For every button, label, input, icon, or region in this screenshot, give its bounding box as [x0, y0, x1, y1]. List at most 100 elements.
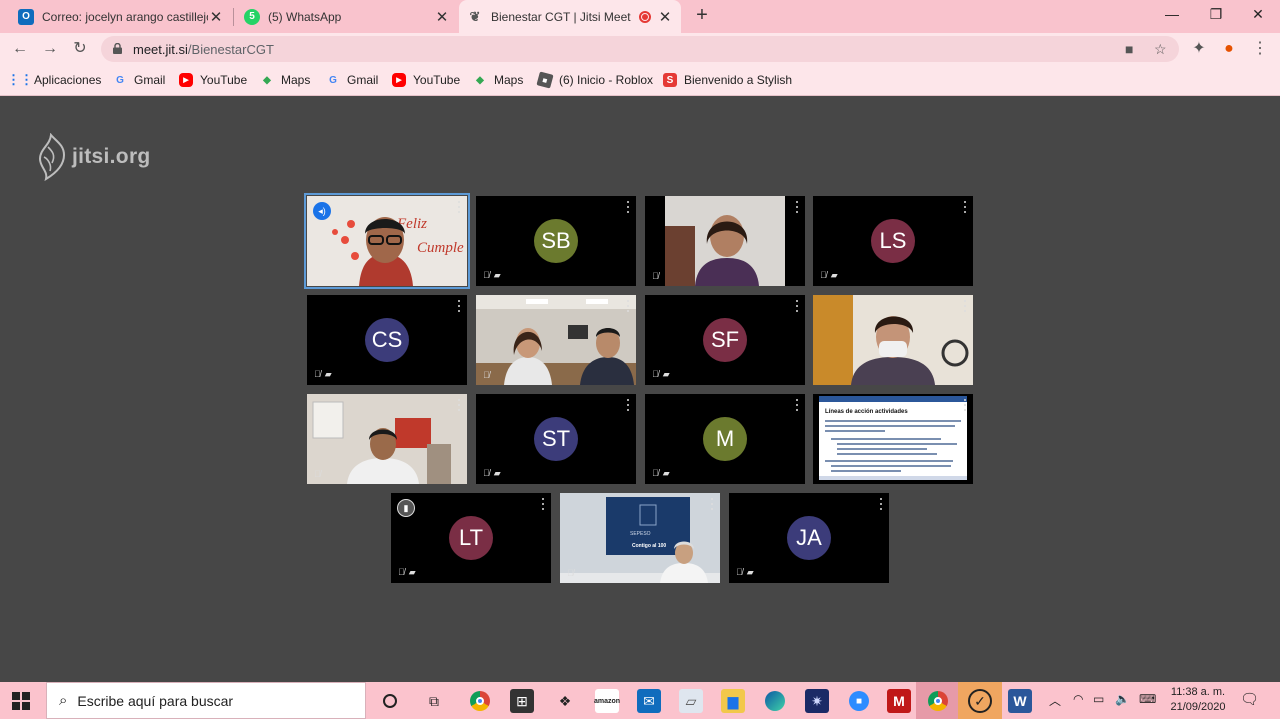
mic-muted-icon: 🎙̸	[820, 270, 827, 280]
participant-tile[interactable]: JA 🎙̸ ▰	[729, 493, 889, 583]
participant-tile[interactable]: 🎙̸	[307, 394, 467, 484]
participant-tile[interactable]: SEPESO Contigo al 100 🎙̸	[560, 493, 720, 583]
banner-text: Contigo al 100	[632, 543, 666, 549]
clock-time: 11:38 a. m.	[1170, 686, 1226, 698]
forward-button[interactable]: →	[39, 38, 61, 60]
mic-muted-icon: 🎙̸	[398, 567, 405, 577]
more-options-icon[interactable]	[626, 399, 630, 411]
more-options-icon[interactable]	[963, 399, 967, 411]
task-view-icon[interactable]: ⧉	[422, 689, 446, 713]
back-button[interactable]: ←	[9, 38, 31, 60]
word-icon[interactable]: W	[1008, 689, 1032, 713]
store-icon[interactable]: ⊞	[510, 689, 534, 713]
media-status: 🎙̸ ▰	[820, 270, 838, 281]
participant-tile[interactable]: ST 🎙̸ ▰	[476, 394, 636, 484]
more-options-icon[interactable]	[795, 300, 799, 312]
participant-tile[interactable]	[813, 295, 973, 385]
participant-tile[interactable]: 🎙̸	[645, 196, 805, 286]
close-icon[interactable]: ✕	[208, 8, 224, 26]
more-options-icon[interactable]	[457, 300, 461, 312]
tab-whatsapp[interactable]: 5 (5) WhatsApp ✕	[236, 0, 458, 33]
more-options-icon[interactable]	[541, 498, 545, 510]
camera-icon[interactable]: ■	[1125, 41, 1133, 57]
edge-icon[interactable]	[763, 689, 787, 713]
keyboard-icon[interactable]: ⌨	[1139, 692, 1156, 706]
more-options-icon[interactable]	[626, 201, 630, 213]
more-options-icon[interactable]	[795, 399, 799, 411]
taskbar-search-box[interactable]: ⌕ Escribe aquí para buscar	[46, 682, 366, 719]
new-tab-button[interactable]: +	[690, 4, 714, 28]
tab-outlook[interactable]: O Correo: jocelyn arango castillejos ✕	[10, 0, 232, 33]
participant-video: Feliz Cumple	[307, 196, 467, 286]
participant-tile[interactable]: ▮ LT 🎙̸ ▰	[391, 493, 551, 583]
participant-tile[interactable]: 🎙̸	[476, 295, 636, 385]
bookmark-maps[interactable]: ◆ Maps	[473, 73, 523, 87]
participant-tile[interactable]: Feliz Cumple ◂)	[304, 193, 470, 289]
chrome-taskbar-icon[interactable]	[468, 689, 492, 713]
restore-button[interactable]: ❐	[1194, 0, 1238, 30]
shared-screen: Líneas de acción actividades	[813, 394, 973, 484]
profile-avatar[interactable]: ●	[1218, 38, 1240, 60]
jitsi-logo[interactable]: jitsi.org	[34, 133, 151, 181]
wifi-icon[interactable]: ◠	[1073, 692, 1083, 706]
participant-tile[interactable]: M 🎙̸ ▰	[645, 394, 805, 484]
address-bar[interactable]: meet.jit.si/BienestarCGT ■ ☆	[101, 36, 1179, 62]
file-explorer-icon[interactable]: ▆	[721, 689, 745, 713]
tab-title: (5) WhatsApp	[268, 9, 342, 24]
bookmark-stylish[interactable]: S Bienvenido a Stylish	[663, 73, 792, 87]
cortana-icon[interactable]	[378, 689, 402, 713]
more-options-icon[interactable]	[963, 300, 967, 312]
reload-button[interactable]: ↻	[69, 38, 91, 60]
bookmark-gmail[interactable]: G Gmail	[326, 73, 378, 87]
volume-icon[interactable]: 🔈	[1115, 692, 1130, 706]
participant-tile[interactable]: SF 🎙̸ ▰	[645, 295, 805, 385]
browser-menu-icon[interactable]: ⋮	[1249, 38, 1271, 60]
search-icon: ⌕	[59, 692, 68, 709]
show-hidden-icons[interactable]: ︿	[1049, 692, 1061, 709]
close-window-button[interactable]: ✕	[1236, 0, 1280, 30]
participant-tile[interactable]: CS 🎙̸ ▰	[307, 295, 467, 385]
notes-icon[interactable]: ▱	[679, 689, 703, 713]
system-clock[interactable]: 11:38 a. m. 21/09/2020	[1163, 685, 1233, 715]
star-icon[interactable]: ☆	[1154, 41, 1167, 58]
chrome-taskbar-icon[interactable]	[926, 689, 950, 713]
participant-tile[interactable]: Líneas de acción actividades	[813, 394, 973, 484]
mail-icon[interactable]: ✉	[637, 689, 661, 713]
bookmark-youtube[interactable]: ▶ YouTube	[179, 73, 247, 87]
tab-jitsi[interactable]: ❦ Bienestar CGT | Jitsi Meet ✕	[459, 0, 681, 33]
more-options-icon[interactable]	[795, 201, 799, 213]
more-options-icon[interactable]	[626, 300, 630, 312]
extensions-icon[interactable]: ✦	[1188, 38, 1210, 60]
windows-start-icon[interactable]	[12, 692, 30, 710]
more-options-icon[interactable]	[879, 498, 883, 510]
zoom-icon[interactable]: ■	[847, 689, 871, 713]
bookmark-gmail[interactable]: G Gmail	[113, 73, 165, 87]
bookmark-apps[interactable]: ⋮⋮ Aplicaciones	[7, 72, 101, 87]
minimize-button[interactable]: —	[1150, 0, 1194, 30]
participant-tile[interactable]: LS 🎙̸ ▰	[813, 196, 973, 286]
connection-indicator-icon[interactable]: ▮	[397, 499, 415, 517]
media-status: 🎙̸ ▰	[483, 468, 501, 479]
bookmark-label: Gmail	[134, 73, 166, 87]
notifications-icon[interactable]: 🗨	[1240, 690, 1259, 708]
tab-strip: O Correo: jocelyn arango castillejos ✕ 5…	[0, 0, 1280, 33]
more-options-icon[interactable]	[457, 201, 461, 213]
mcafee-icon[interactable]: M	[887, 689, 911, 713]
more-options-icon[interactable]	[457, 399, 461, 411]
dropbox-icon[interactable]: ❖	[553, 689, 577, 713]
battery-icon[interactable]: ▭	[1093, 692, 1104, 706]
bookmark-label: Maps	[494, 73, 524, 87]
game-app-icon[interactable]: ✷	[805, 689, 829, 713]
bookmark-maps[interactable]: ◆ Maps	[260, 73, 310, 87]
norton-icon[interactable]: ✓	[968, 689, 992, 713]
more-options-icon[interactable]	[963, 201, 967, 213]
bookmark-youtube[interactable]: ▶ YouTube	[392, 73, 460, 87]
amazon-icon[interactable]: amazon	[594, 689, 620, 713]
close-icon[interactable]: ✕	[434, 8, 450, 26]
bookmark-label: Maps	[281, 73, 311, 87]
bookmark-roblox[interactable]: ■ (6) Inicio - Roblox	[536, 71, 653, 89]
more-options-icon[interactable]	[710, 498, 714, 510]
participant-tile[interactable]: SB 🎙̸ ▰	[476, 196, 636, 286]
banner-text: Cumple	[417, 240, 464, 256]
close-icon[interactable]: ✕	[657, 8, 673, 26]
